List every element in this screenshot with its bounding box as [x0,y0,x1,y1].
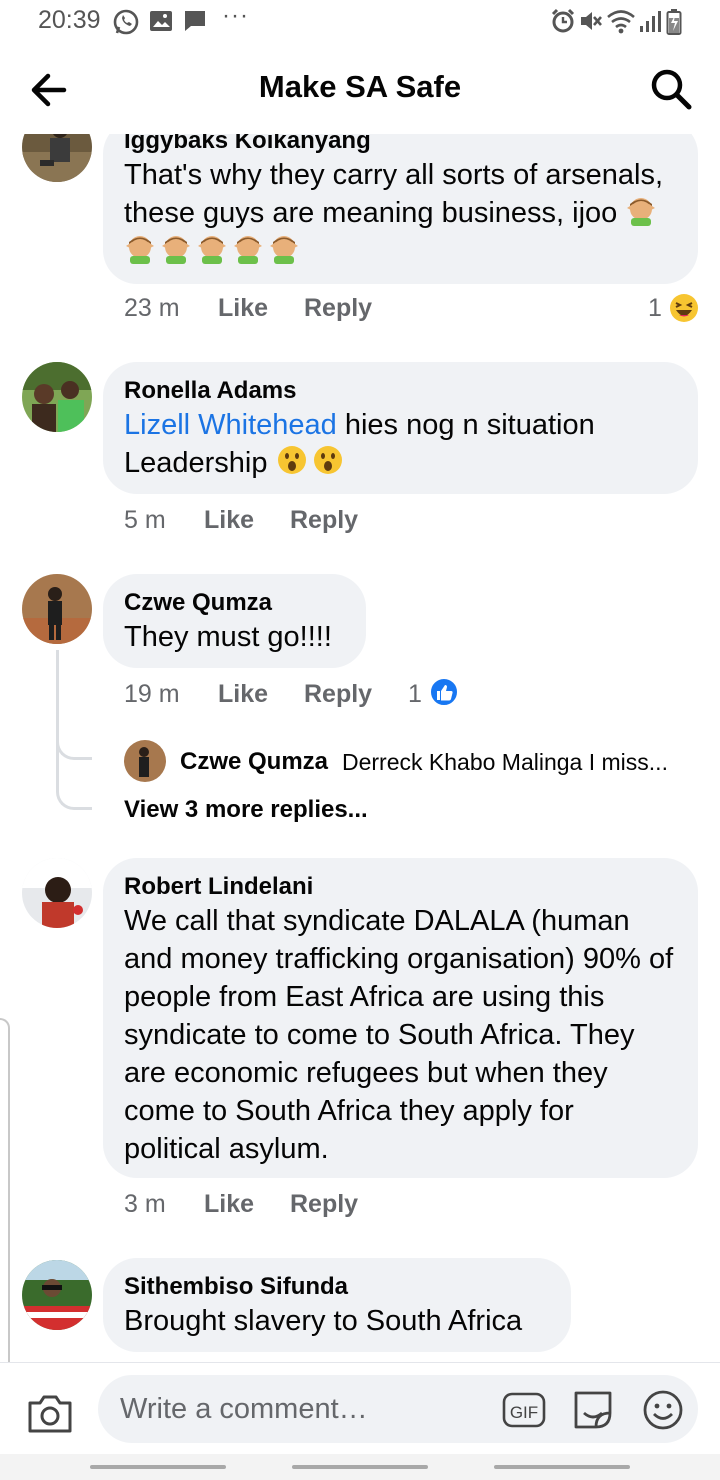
comment-time: 23 m [124,294,180,322]
signal-icon [640,11,661,32]
view-more-replies-link[interactable]: View 3 more replies... [124,796,368,824]
avatar[interactable] [22,1260,92,1330]
comment-text: Brought slavery to South Africa [124,1305,523,1337]
reply-button[interactable]: Reply [304,680,372,709]
comment-input[interactable] [120,1387,490,1431]
facepalm-emoji [270,236,298,264]
reply-button[interactable]: Reply [290,506,358,535]
facepalm-emoji [627,198,656,226]
recents-button[interactable] [90,1465,226,1469]
comment-bubble: Ronella Adams Lizell Whitehead hies nog … [103,362,698,494]
app-header: Make SA Safe [0,44,720,134]
back-nav-button[interactable] [494,1465,630,1469]
reply-button[interactable]: Reply [304,294,372,323]
smiley-icon[interactable] [642,1389,684,1431]
alarm-icon [551,8,575,33]
camera-icon[interactable] [26,1391,74,1435]
comment-time: 19 m [124,680,180,708]
like-button[interactable]: Like [218,680,268,709]
comment-actions: 5 m Like Reply [124,506,684,546]
search-icon[interactable] [648,66,694,112]
comment-actions: 3 m Like Reply [124,1190,684,1230]
like-reaction-icon[interactable] [428,676,460,708]
mention-link[interactable]: Lizell Whitehead [124,409,337,441]
system-nav-bar [0,1454,720,1480]
comment-author[interactable]: Sithembiso Sifunda [124,1272,551,1302]
facepalm-emoji [162,236,190,264]
wifi-icon [607,10,635,34]
comment-time: 3 m [124,1190,166,1218]
comment-author[interactable]: Ronella Adams [124,376,678,406]
status-time: 20:39 [38,6,101,34]
reaction-count[interactable]: 1 [648,294,662,323]
avatar[interactable] [22,362,92,432]
thread-connector [56,714,92,760]
comment-time: 5 m [124,506,166,534]
gif-icon[interactable]: GIF [502,1392,546,1428]
comment-bubble: Robert Lindelani We call that syndicate … [103,858,698,1178]
facepalm-emoji [234,236,262,264]
avatar[interactable] [22,134,92,182]
like-button[interactable]: Like [218,294,268,323]
gif-label: GIF [510,1403,538,1422]
comments-feed: Iggybaks Koikanyang That's why they carr… [0,134,720,1362]
home-button[interactable] [292,1465,428,1469]
like-button[interactable]: Like [204,506,254,535]
avatar[interactable] [22,858,92,928]
comment-box: GIF [98,1375,698,1443]
comment-text: That's why they carry all sorts of arsen… [124,156,678,270]
battery-icon [666,9,682,35]
comment-actions: 23 m Like Reply [124,294,684,334]
mute-icon [581,12,602,30]
status-bar: 20:39 ··· [0,0,720,44]
like-button[interactable]: Like [204,1190,254,1219]
status-more-dots: ··· [222,2,249,29]
surprised-emoji [313,446,342,474]
scroll-handle[interactable] [0,1018,10,1362]
surprised-emoji-row [276,446,348,479]
comment-author[interactable]: Czwe Qumza [124,588,346,618]
avatar[interactable] [22,574,92,644]
comment-text: They must go!!!! [124,621,332,653]
comment-composer: GIF [0,1362,720,1454]
comment-bubble: Czwe Qumza They must go!!!! [103,574,366,668]
comment-author[interactable]: Iggybaks Koikanyang [124,134,678,156]
comment-bubble: Sithembiso Sifunda Brought slavery to So… [103,1258,571,1352]
reply-text: Derreck Khabo Malinga I miss... [342,749,668,775]
comment-text: Lizell Whitehead hies nog n situation Le… [124,409,595,479]
comment-text: We call that syndicate DALALA (human and… [124,905,674,1165]
sticker-icon[interactable] [570,1387,616,1433]
comment-bubble: Iggybaks Koikanyang That's why they carr… [103,134,698,284]
facepalm-emoji [198,236,226,264]
gallery-icon [150,11,172,31]
comment-actions: 19 m Like Reply 1 [124,680,684,720]
avatar[interactable] [124,740,166,782]
haha-reaction-icon[interactable] [668,292,700,324]
page-title: Make SA Safe [258,69,462,104]
whatsapp-icon [113,9,139,35]
surprised-emoji [277,446,306,474]
comment-author[interactable]: Robert Lindelani [124,872,678,902]
reply-preview[interactable]: Czwe Qumza Derreck Khabo Malinga I miss.… [124,740,714,784]
message-icon [185,11,205,31]
reply-author[interactable]: Czwe Qumza [180,748,328,776]
facepalm-emoji [126,236,154,264]
reply-button[interactable]: Reply [290,1190,358,1219]
reaction-count[interactable]: 1 [408,680,422,709]
